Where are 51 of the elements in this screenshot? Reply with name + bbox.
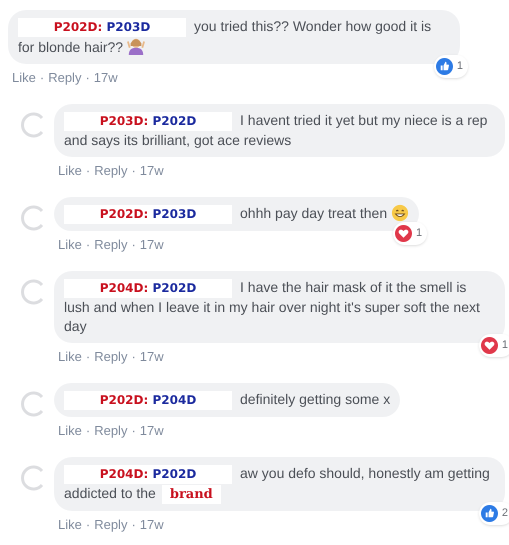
comment-text: P204D: P202D I have the hair mask of it the smell is lush and when I leave it in my hair over night it's super soft the next day: [64, 278, 481, 336]
action-link[interactable]: Reply: [94, 163, 128, 179]
separator-dot: ·: [40, 70, 44, 86]
reaction-count-badge[interactable]: 2: [478, 502, 509, 525]
separator-dot: ·: [131, 423, 136, 439]
reaction-count-badge[interactable]: 1: [392, 222, 428, 245]
avatar-icon: [20, 391, 46, 417]
avatar-icon: [20, 465, 46, 491]
comment-text: P202D: P203D you tried this?? Wonder how good it is for blonde hair??: [18, 17, 432, 57]
comment-time: 17w: [140, 163, 164, 179]
reaction-count: 2: [502, 506, 508, 521]
separator-dot: ·: [86, 163, 90, 179]
action-link[interactable]: Reply: [94, 237, 128, 253]
action-link[interactable]: Reply: [48, 70, 82, 86]
action-link[interactable]: Like: [58, 163, 82, 179]
avatar-icon: [20, 112, 46, 138]
separator-dot: ·: [131, 517, 136, 533]
separator-dot: ·: [86, 423, 90, 439]
avatar-icon: [20, 205, 46, 231]
comment-text: P203D: P202D I havent tried it yet but my niece is a rep and says its brilliant, got ace reviews: [64, 111, 488, 150]
comment-text: P204D: P202D aw you defo should, honestly am getting addicted to the brand: [64, 464, 491, 504]
reaction-count: 1: [416, 226, 422, 241]
action-link[interactable]: Like: [58, 349, 82, 365]
comment-time: 17w: [140, 349, 164, 365]
reaction-count: 1: [456, 59, 463, 74]
separator-dot: ·: [86, 517, 90, 533]
action-link[interactable]: Reply: [94, 423, 128, 439]
separator-dot: ·: [131, 163, 136, 179]
comment-time: 17w: [140, 237, 164, 253]
separator-dot: ·: [131, 237, 136, 253]
comment-time: 17w: [94, 70, 118, 86]
action-link[interactable]: Like: [58, 423, 82, 439]
separator-dot: ·: [86, 237, 90, 253]
comment-text: P202D: P204D definitely getting some x: [64, 390, 390, 410]
action-link[interactable]: Like: [58, 517, 82, 533]
action-link[interactable]: Reply: [94, 517, 128, 533]
thumbs-up-icon: [436, 58, 453, 75]
comment-time: 17w: [140, 517, 164, 533]
reaction-count-badge[interactable]: 1: [434, 55, 468, 78]
reaction-count-badge[interactable]: 1: [478, 334, 509, 357]
comment-text: P202D: P203D ohhh pay day treat then: [64, 204, 410, 224]
reaction-count: 1: [502, 338, 508, 353]
separator-dot: ·: [85, 70, 90, 86]
action-link[interactable]: Reply: [94, 349, 128, 365]
action-link[interactable]: Like: [58, 237, 82, 253]
thumbs-up-icon: [480, 505, 498, 522]
separator-dot: ·: [86, 349, 90, 365]
separator-dot: ·: [131, 349, 136, 365]
action-link[interactable]: Like: [12, 70, 36, 86]
comment-time: 17w: [140, 423, 164, 439]
avatar-icon: [20, 279, 46, 305]
